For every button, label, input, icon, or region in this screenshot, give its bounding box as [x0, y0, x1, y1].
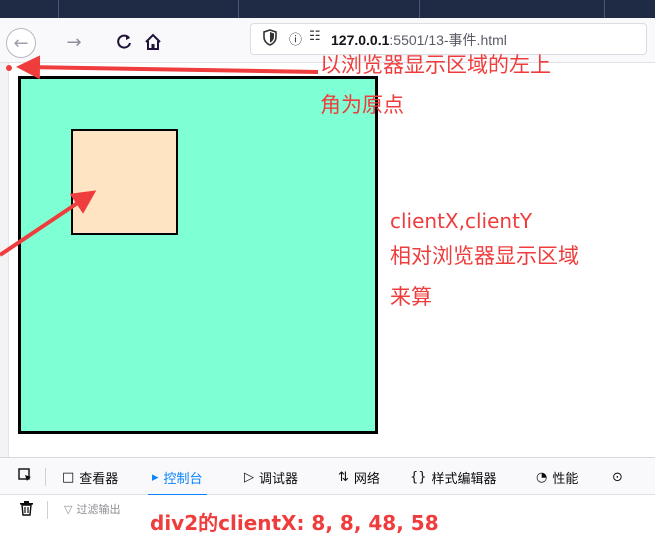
console-icon: ▸ [152, 469, 159, 485]
client-annotation-line1: clientX,clientY [390, 209, 533, 233]
back-arrow-icon: ← [13, 32, 29, 54]
origin-annotation-line2: 角为原点 [320, 93, 404, 117]
performance-icon: ◔ [536, 469, 548, 485]
tab-console[interactable]: ▸ 控制台 [148, 465, 207, 496]
tab-performance-label: 性能 [552, 471, 579, 487]
devtools-tab-bar: □ 查看器 ▸ 控制台 ▷ 调试器 ⇅ 网络 {} 样式编辑器 ◔ 性能 ⊙ [0, 458, 655, 496]
devtools-separator [45, 468, 46, 486]
tab-strip [0, 0, 655, 18]
tracking-protection-shield-icon[interactable] [263, 29, 277, 46]
tab-separator [419, 0, 420, 18]
console-toolbar: ▽ 过滤输出 div2的clientX: 8, 8, 48, 58 [0, 495, 655, 535]
forward-arrow-icon: → [66, 31, 82, 53]
filter-output-placeholder: 过滤输出 [76, 503, 121, 516]
tab-network-label: 网络 [353, 471, 380, 487]
home-icon [145, 33, 161, 50]
filter-output-input[interactable]: ▽ 过滤输出 [64, 501, 120, 517]
filter-funnel-icon: ▽ [64, 503, 73, 516]
network-icon: ⇅ [338, 469, 349, 485]
home-button[interactable] [139, 28, 167, 56]
reload-button[interactable] [110, 28, 138, 56]
debugger-icon: ▷ [244, 469, 254, 485]
tab-inspector-label: 查看器 [79, 471, 119, 487]
tab-separator [58, 0, 59, 18]
site-info-icon[interactable]: ⓘ [289, 29, 302, 48]
style-editor-icon: {} [410, 469, 427, 485]
inspector-icon: □ [62, 469, 75, 485]
tab-debugger[interactable]: ▷ 调试器 [244, 465, 298, 489]
console-separator [47, 501, 48, 519]
tab-memory[interactable]: ⊙ [612, 465, 628, 489]
memory-icon: ⊙ [612, 469, 623, 485]
tab-console-label: 控制台 [163, 471, 203, 487]
tab-performance[interactable]: ◔ 性能 [536, 465, 578, 489]
reload-icon [117, 34, 131, 49]
tab-debugger-label: 调试器 [259, 471, 299, 487]
tab-inspector[interactable]: □ 查看器 [62, 465, 118, 489]
tab-separator [238, 0, 239, 18]
console-output-line: div2的clientX: 8, 8, 48, 58 [150, 511, 439, 535]
trash-icon[interactable] [20, 501, 33, 516]
tab-style-editor-label: 样式编辑器 [431, 471, 497, 487]
url-path: :5501/13-事件.html [389, 32, 507, 48]
inner-box-div2 [71, 129, 178, 235]
origin-dot [6, 65, 12, 71]
devtools-panel: □ 查看器 ▸ 控制台 ▷ 调试器 ⇅ 网络 {} 样式编辑器 ◔ 性能 ⊙ ▽… [0, 457, 655, 535]
tab-network[interactable]: ⇅ 网络 [338, 465, 380, 489]
tab-style-editor[interactable]: {} 样式编辑器 [410, 465, 497, 489]
client-annotation-line3: 来算 [390, 285, 432, 309]
client-annotation-line2: 相对浏览器显示区域 [390, 244, 579, 268]
permissions-icon[interactable]: ☷ [309, 29, 321, 44]
element-picker-icon[interactable] [18, 468, 32, 482]
origin-annotation-line1: 以浏览器显示区域的左上 [320, 53, 551, 77]
page-left-edge [0, 63, 9, 457]
url-text[interactable]: 127.0.0.1:5501/13-事件.html [331, 30, 507, 50]
tab-separator [604, 0, 605, 18]
back-button[interactable]: ← [6, 28, 36, 58]
forward-button[interactable]: → [60, 28, 88, 56]
url-host: 127.0.0.1 [331, 32, 390, 48]
